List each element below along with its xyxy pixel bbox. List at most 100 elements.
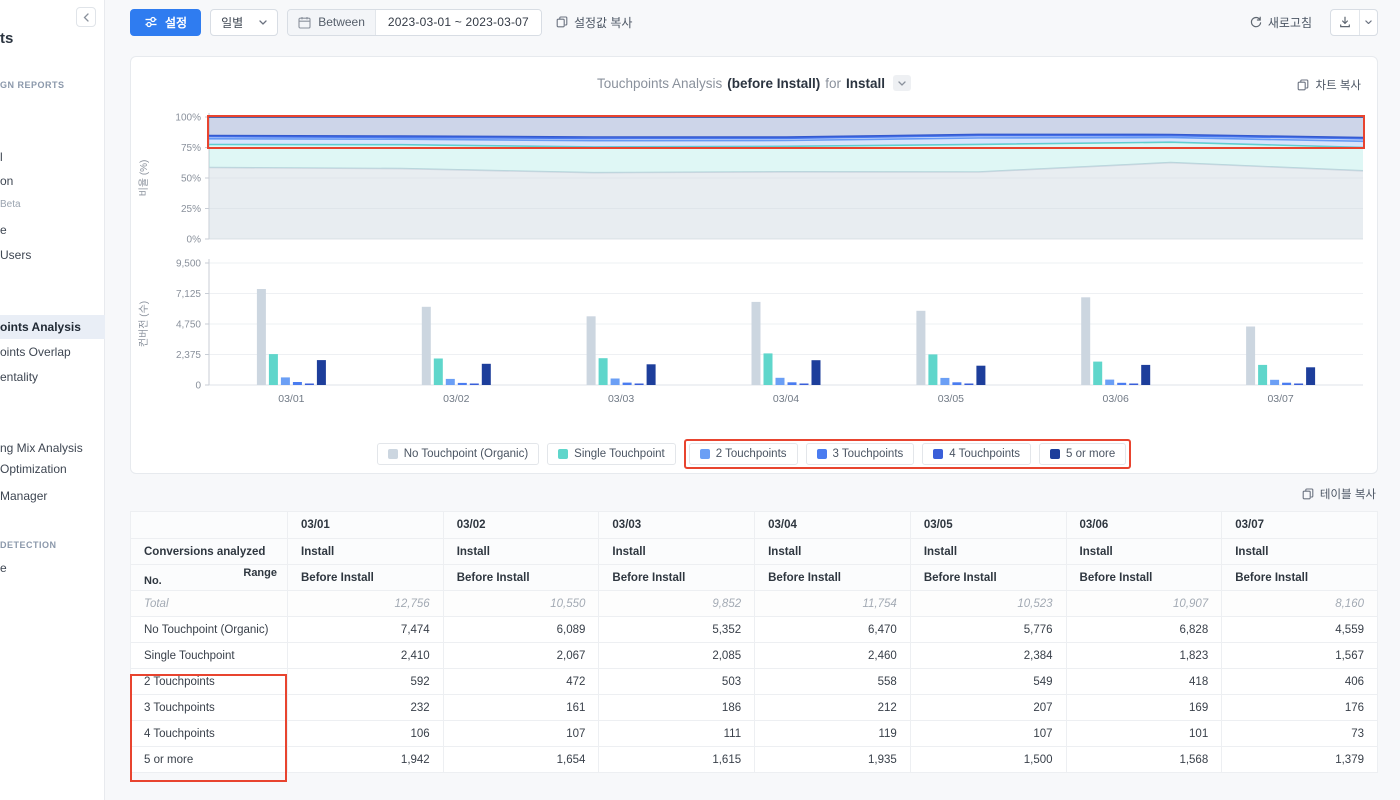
legend-item[interactable]: No Touchpoint (Organic) (376, 443, 540, 465)
legend-item[interactable]: 4 Touchpoints (922, 443, 1032, 465)
chevron-left-icon (83, 12, 89, 22)
sidebar-item[interactable]: on (0, 169, 105, 193)
bar (799, 383, 809, 385)
table-row: 3 Touchpoints 232 161 186 212 207 169 176 (130, 694, 1378, 721)
area-series (209, 116, 1363, 138)
table-cell: 207 (909, 694, 1067, 721)
sidebar-item[interactable]: e (0, 556, 105, 580)
table-cell: 111 (598, 720, 756, 747)
bar (622, 382, 632, 385)
table-cell: Install (909, 538, 1067, 565)
sidebar: ts GN REPORTS l on Beta e Users oints An… (0, 0, 105, 800)
date-range-picker[interactable]: Between 2023-03-01 ~ 2023-03-07 (287, 8, 542, 36)
table-cell: 418 (1065, 668, 1223, 695)
sidebar-item-touchpoints-analysis[interactable]: oints Analysis (0, 315, 105, 339)
legend-item[interactable]: 3 Touchpoints (805, 443, 915, 465)
table-cell: 1,654 (442, 746, 600, 773)
bar (586, 316, 596, 385)
calendar-icon (298, 16, 311, 29)
legend-swatch (558, 449, 569, 459)
main-content: 설정 일별 Between 2023-03-01 ~ 2023-03-07 설정… (105, 0, 1400, 800)
sidebar-item[interactable]: e (0, 218, 105, 242)
copy-chart-button[interactable]: 차트 복사 (1297, 77, 1361, 93)
svg-text:03/05: 03/05 (938, 393, 964, 405)
download-options-arrow[interactable] (1359, 9, 1377, 35)
annotation-box-legend: 2 Touchpoints 3 Touchpoints 4 Touchpoints 5… (683, 439, 1132, 469)
settings-button[interactable]: 설정 (130, 8, 202, 36)
table-cell: 176 (1221, 694, 1378, 721)
table-cell: 5,776 (909, 616, 1067, 643)
sidebar-item[interactable]: Users (0, 243, 105, 267)
svg-text:0%: 0% (187, 235, 202, 246)
table-cell: 2,384 (909, 642, 1067, 669)
bar (292, 382, 302, 385)
chart-title-prefix: Touchpoints Analysis (596, 75, 723, 91)
table-cell: Before Install (1065, 564, 1223, 591)
bar (787, 382, 797, 385)
chart-title-dropdown[interactable] (893, 75, 912, 91)
sidebar-item[interactable]: l (0, 145, 105, 169)
legend-item[interactable]: 5 or more (1039, 443, 1127, 465)
refresh-button[interactable]: 새로고침 (1249, 14, 1312, 31)
table-cell: 472 (442, 668, 600, 695)
bar (316, 360, 326, 385)
bar (1141, 364, 1151, 385)
copy-settings-button[interactable]: 설정값 복사 (556, 14, 633, 31)
chevron-down-icon (898, 80, 906, 86)
svg-text:비율 (%): 비율 (%) (138, 160, 150, 197)
chart-title: Touchpoints Analysis (before Install) fo… (131, 75, 1377, 91)
bar (433, 358, 443, 385)
table-row-label: Single Touchpoint (130, 642, 288, 669)
table-cell: 232 (287, 694, 444, 721)
table-row: No Touchpoint (Organic) 7,474 6,089 5,352 6,… (130, 616, 1378, 643)
table-cell: 503 (598, 668, 756, 695)
granularity-dropdown[interactable]: 일별 (210, 8, 279, 36)
legend-swatch (699, 449, 710, 459)
bar (940, 377, 950, 385)
copy-table-button[interactable]: 테이블 복사 (1302, 486, 1376, 502)
svg-text:03/01: 03/01 (278, 393, 304, 405)
table-cell: Before Install (287, 564, 444, 591)
download-button[interactable] (1330, 8, 1378, 36)
table-cell: Before Install (909, 564, 1067, 591)
legend-swatch (387, 449, 398, 459)
between-label: Between (318, 15, 365, 29)
svg-text:4,750: 4,750 (176, 320, 201, 331)
table-row: Total 12,756 10,550 9,852 11,754 10,523 10,907… (130, 590, 1378, 617)
table-row: Single Touchpoint 2,410 2,067 2,085 2,460 2,3… (130, 642, 1378, 669)
table-row-label: 3 Touchpoints (130, 694, 288, 721)
table-cell: 1,568 (1065, 746, 1223, 773)
table-cell: 9,852 (598, 590, 756, 617)
table-cell: 169 (1065, 694, 1223, 721)
legend-item[interactable]: 2 Touchpoints (688, 443, 798, 465)
table-cell: 73 (1221, 720, 1378, 747)
sidebar-item-manager[interactable]: Manager (0, 484, 105, 508)
table-cell: 107 (909, 720, 1067, 747)
legend-item[interactable]: Single Touchpoint (547, 443, 676, 465)
table-cell: 10,523 (909, 590, 1067, 617)
bar (457, 382, 467, 385)
sidebar-item-beta-badge[interactable]: Beta (0, 193, 105, 217)
sidebar-item-optimization[interactable]: Optimization (0, 457, 105, 481)
legend-label: Single Touchpoint (574, 448, 665, 460)
sidebar-section-campaign-reports: GN REPORTS (0, 80, 65, 90)
sidebar-item-incrementality[interactable]: entality (0, 365, 105, 389)
svg-text:50%: 50% (181, 174, 201, 185)
corner-no-label: No. (144, 575, 162, 587)
bar (598, 358, 608, 385)
sidebar-item-touchpoints-overlap[interactable]: oints Overlap (0, 340, 105, 364)
copy-settings-label: 설정값 복사 (573, 15, 633, 30)
table-cell: Install (1065, 538, 1223, 565)
bar (811, 360, 821, 385)
bar (1294, 383, 1304, 385)
table-header-row: 03/01 03/02 03/03 03/04 03/05 03/06 03/07 (130, 511, 1378, 539)
area-series (208, 161, 1364, 239)
sidebar-collapse-button[interactable] (76, 7, 96, 27)
table-cell: 10,550 (442, 590, 600, 617)
table-cell: 12,756 (287, 590, 444, 617)
table-cell: 10,907 (1065, 590, 1223, 617)
table-range-row: Range No. Before Install Before Install Befo… (130, 564, 1378, 591)
bar (445, 378, 455, 385)
bar (1129, 383, 1139, 385)
bar (1117, 382, 1127, 385)
